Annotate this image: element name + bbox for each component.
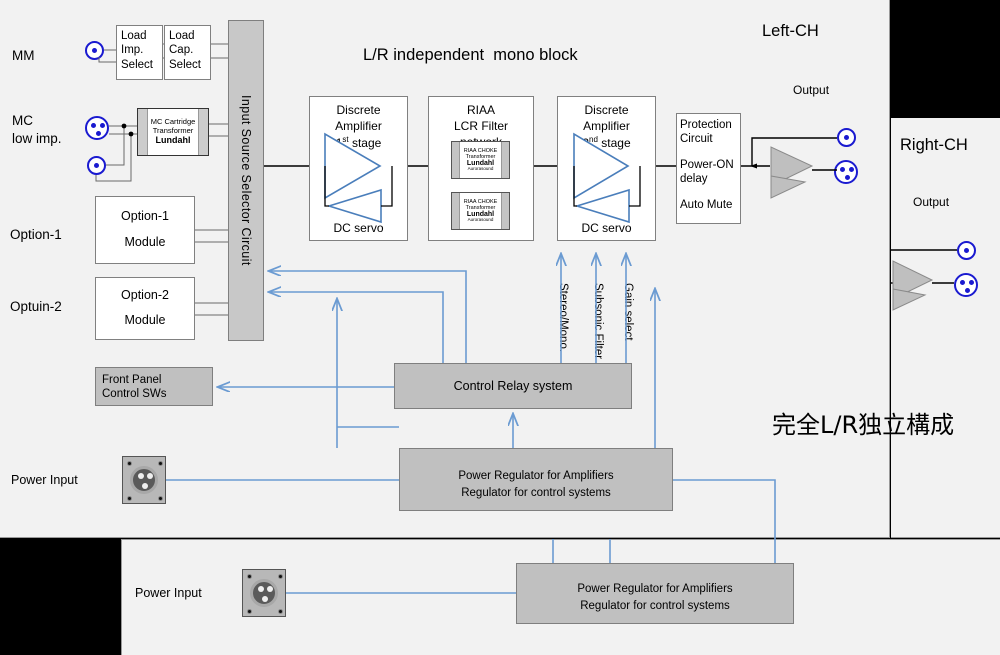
choke-upper-maker: Aurorasound xyxy=(467,166,494,172)
power-inlet-bottom[interactable] xyxy=(242,569,286,617)
choke-lower-maker: Aurorasound xyxy=(467,217,494,223)
power-inlet-ring-bottom xyxy=(250,579,278,607)
amp1-line1: Discrete xyxy=(336,103,381,117)
protection-line5: Auto Mute xyxy=(680,198,733,211)
left-channel-label: Left-CH xyxy=(762,22,819,40)
choke-end-cap-left-upper xyxy=(452,142,460,178)
option1-module-subtitle: Module xyxy=(124,235,166,249)
power-regulator-left-box[interactable]: Power Regulator for Amplifiers Regulator… xyxy=(399,448,673,511)
riaa-choke-transformer-upper: RIAA CHOKE Transformer Lundahl Aurorasou… xyxy=(451,141,510,179)
power-inlet-screw xyxy=(278,609,283,614)
riaa-line2: LCR Filter xyxy=(453,119,508,133)
protection-line4: delay xyxy=(680,173,708,186)
transformer-end-cap-right xyxy=(198,109,208,155)
load-capacitance-select-label: Load Cap. Select xyxy=(169,30,201,71)
right-output-label: Output xyxy=(913,195,950,209)
riaa-choke-transformer-lower: RIAA CHOKE Transformer Lundahl Aurorasou… xyxy=(451,192,510,230)
load-capacitance-select-box[interactable]: Load Cap. Select xyxy=(164,25,211,80)
left-output-label: Output xyxy=(793,83,830,97)
power-inlet-screw xyxy=(158,461,163,466)
power-inlet-pin xyxy=(258,586,264,592)
power-inlet-pin xyxy=(147,473,153,479)
right-channel-panel xyxy=(891,118,1000,538)
power-regulator-bottom-label: Power Regulator for Amplifiers Regulator… xyxy=(577,583,733,612)
left-output-xlr-jack[interactable] xyxy=(834,160,858,184)
option1-module-title: Option-1 xyxy=(121,209,169,223)
choke-end-cap-right-upper xyxy=(501,142,509,178)
front-panel-label: Front Panel Control SWs xyxy=(102,374,167,401)
control-signal-subsonic-filter: Subsonic Filter xyxy=(592,283,604,360)
protection-line1: Protection xyxy=(680,119,732,131)
protection-circuit-box[interactable]: Protection Circuit Power-ON delay Auto M… xyxy=(676,113,741,224)
mc-input-xlr-jack[interactable] xyxy=(85,116,109,140)
power-inlet-screw xyxy=(278,574,283,579)
mc-transformer-brand: Lundahl xyxy=(155,135,191,146)
amp1-line3: 1st stage xyxy=(310,135,407,151)
mc-cartridge-transformer: MC Cartridge Transformer Lundahl xyxy=(137,108,209,156)
input-source-selector-circuit[interactable]: Input Source Selector Circuit xyxy=(228,20,264,341)
amp2-stage-ordinal: nd xyxy=(589,135,598,144)
mc-input-rca-jack[interactable] xyxy=(87,156,106,175)
discrete-amplifier-2nd-stage-box[interactable]: Discrete Amplifier 2nd stage DC servo xyxy=(557,96,656,241)
amp1-line2: Amplifier xyxy=(335,119,382,133)
power-inlet-pin xyxy=(138,473,144,479)
control-signal-gain-select: Gain select xyxy=(622,283,634,341)
block-diagram-canvas: L/R independent mono block Left-CH Right… xyxy=(0,0,1000,655)
power-inlet-ring-left xyxy=(130,466,158,494)
option2-module-subtitle: Module xyxy=(124,313,166,327)
right-output-xlr-jack[interactable] xyxy=(954,273,978,297)
right-output-rca-jack[interactable] xyxy=(957,241,976,260)
protection-line2: Circuit xyxy=(680,133,713,146)
front-panel-control-sws-box[interactable]: Front Panel Control SWs xyxy=(95,367,213,406)
transformer-end-cap-left xyxy=(138,109,148,155)
load-impedance-select-box[interactable]: Load Imp. Select xyxy=(116,25,163,80)
amp1-dc-servo-label: DC servo xyxy=(333,221,384,235)
amp1-stage-word: stage xyxy=(348,136,382,150)
riaa-line1: RIAA xyxy=(466,103,495,117)
power-inlet-left[interactable] xyxy=(122,456,166,504)
option2-module-box[interactable]: Option-2 Module xyxy=(95,277,195,340)
power-inlet-screw xyxy=(127,496,132,501)
control-relay-label: Control Relay system xyxy=(453,379,573,393)
input-label-option1: Option-1 xyxy=(10,227,62,242)
amp2-dc-servo-label: DC servo xyxy=(581,221,632,235)
amp2-line2: Amplifier xyxy=(583,119,630,133)
control-relay-system-box[interactable]: Control Relay system xyxy=(394,363,632,409)
protection-line3: Power-ON xyxy=(680,158,734,171)
power-inlet-screw xyxy=(247,609,252,614)
power-inlet-screw xyxy=(247,574,252,579)
choke-end-cap-right-lower xyxy=(501,193,509,229)
power-inlet-pin xyxy=(267,586,273,592)
input-label-mc: MC low imp. xyxy=(12,113,62,147)
power-regulator-bottom-box[interactable]: Power Regulator for Amplifiers Regulator… xyxy=(516,563,794,624)
left-output-rca-jack[interactable] xyxy=(837,128,856,147)
discrete-amplifier-1st-stage-box[interactable]: Discrete Amplifier 1st stage DC servo xyxy=(309,96,408,241)
power-inlet-screw xyxy=(127,461,132,466)
mc-transformer-line2: Transformer xyxy=(152,125,194,135)
load-impedance-select-label: Load Imp. Select xyxy=(121,30,153,71)
diagram-title: L/R independent mono block xyxy=(363,46,578,64)
input-label-mm: MM xyxy=(12,48,35,63)
amp2-stage-word: stage xyxy=(597,136,631,150)
right-channel-label: Right-CH xyxy=(900,136,968,154)
amp2-line1: Discrete xyxy=(584,103,629,117)
power-input-label-bottom: Power Input xyxy=(135,586,202,600)
input-label-option2: Optuin-2 xyxy=(10,299,62,314)
input-source-selector-label: Input Source Selector Circuit xyxy=(239,95,253,266)
mm-input-rca-jack[interactable] xyxy=(85,41,104,60)
power-input-label-left: Power Input xyxy=(11,473,78,487)
power-inlet-screw xyxy=(158,496,163,501)
option2-module-title: Option-2 xyxy=(121,288,169,302)
power-regulator-left-label: Power Regulator for Amplifiers Regulator… xyxy=(458,470,614,499)
power-inlet-pin xyxy=(142,483,148,489)
control-signal-stereo-mono: Stereo/Mono. xyxy=(557,283,569,353)
amp2-line3: 2nd stage xyxy=(558,135,655,151)
japanese-note: 完全L/R独立構成 xyxy=(772,411,955,439)
option1-module-box[interactable]: Option-1 Module xyxy=(95,196,195,264)
choke-end-cap-left-lower xyxy=(452,193,460,229)
power-inlet-pin xyxy=(262,596,268,602)
